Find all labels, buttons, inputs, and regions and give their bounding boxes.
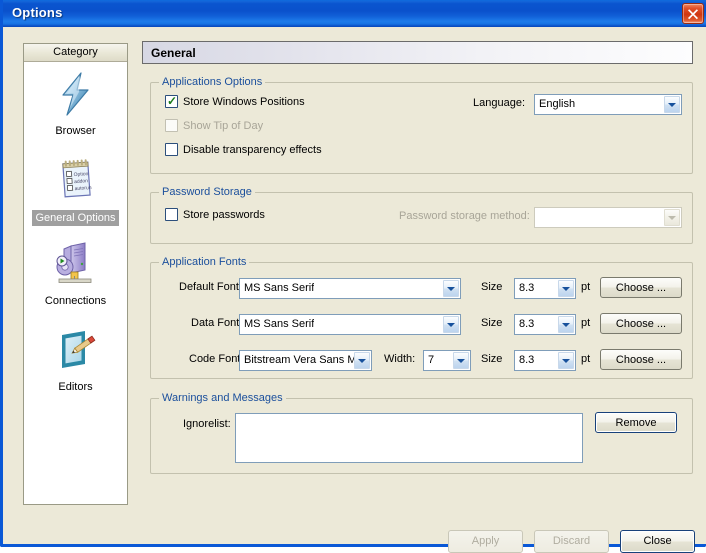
sidebar-item-editors[interactable]: Editors [24,326,127,394]
chevron-down-icon [664,209,680,226]
code-font-value: Bitstream Vera Sans M [244,354,354,366]
checkbox-box [165,119,178,132]
checkbox-store-passwords[interactable]: Store passwords [165,208,265,221]
window-title: Options [12,5,63,20]
checkbox-label: Store passwords [183,209,265,221]
title-bar[interactable]: Options [3,0,706,27]
data-font-unit-label: pt [581,317,590,329]
data-font-size-label: Size [481,317,502,329]
language-select[interactable]: English [534,94,682,115]
data-font-size-value: 8.3 [519,318,534,330]
svg-text:addon: addon [73,178,88,185]
checkbox-box: ✓ [165,95,178,108]
data-font-size-select[interactable]: 8.3 [514,314,576,335]
page-title-bar: General [142,41,693,64]
lightning-bolt-icon [24,70,127,121]
close-icon[interactable] [682,3,704,24]
group-applications-options: Applications Options ✓ Store Windows Pos… [150,82,693,174]
window-pencil-icon [24,326,127,377]
server-gear-network-icon [24,240,127,291]
code-font-size-value: 8.3 [519,354,534,366]
code-font-size-label: Size [481,353,502,365]
group-title: Warnings and Messages [159,392,286,404]
options-dialog-window: Options Category [0,0,706,547]
sidebar-item-browser[interactable]: Browser [24,70,127,138]
data-font-value: MS Sans Serif [244,318,314,330]
default-font-size-value: 8.3 [519,282,534,294]
apply-button[interactable]: Apply [448,530,523,553]
discard-button[interactable]: Discard [534,530,609,553]
checkbox-label: Disable transparency effects [183,144,322,156]
group-application-fonts: Application Fonts Default Font: MS Sans … [150,262,693,379]
data-font-select[interactable]: MS Sans Serif [239,314,461,335]
checkbox-label: Show Tip of Day [183,120,263,132]
sidebar-item-general-options[interactable]: Option addon autorun General Options [24,156,127,226]
chevron-down-icon[interactable] [354,352,370,369]
default-font-label: Default Font: [179,281,242,293]
svg-text:autorun: autorun [74,185,92,192]
category-list-header: Category [24,44,127,62]
code-font-size-select[interactable]: 8.3 [514,350,576,371]
checkbox-show-tip-of-day: Show Tip of Day [165,119,263,132]
checkbox-box [165,143,178,156]
group-title: Password Storage [159,186,255,198]
dialog-client-area: Category [6,27,706,544]
code-font-width-label: Width: [384,353,415,365]
sidebar-item-label: General Options [32,210,118,226]
group-warnings-and-messages: Warnings and Messages Ignorelist: Remove [150,398,693,474]
remove-button[interactable]: Remove [595,412,677,433]
language-value: English [539,98,575,110]
default-font-size-label: Size [481,281,502,293]
sidebar-item-label: Browser [53,124,97,138]
data-font-label: Data Font: [191,317,242,329]
default-font-unit-label: pt [581,281,590,293]
default-font-choose-button[interactable]: Choose ... [600,277,682,298]
group-password-storage: Password Storage Store passwords Passwor… [150,192,693,244]
page-title: General [151,46,196,60]
password-storage-method-label: Password storage method: [399,210,530,222]
chevron-down-icon[interactable] [558,316,574,333]
options-page-general: General Applications Options ✓ Store Win… [142,41,693,64]
code-font-width-value: 7 [428,354,434,366]
default-font-value: MS Sans Serif [244,282,314,294]
check-mark-icon: ✓ [167,95,177,108]
checkbox-store-windows-positions[interactable]: ✓ Store Windows Positions [165,95,305,108]
code-font-choose-button[interactable]: Choose ... [600,349,682,370]
chevron-down-icon[interactable] [443,280,459,297]
code-font-unit-label: pt [581,353,590,365]
sidebar-item-label: Connections [43,294,108,308]
svg-text:Option: Option [73,171,88,178]
chevron-down-icon[interactable] [664,96,680,113]
checkbox-label: Store Windows Positions [183,96,305,108]
checkbox-box [165,208,178,221]
checkbox-disable-transparency-effects[interactable]: Disable transparency effects [165,143,322,156]
category-list: Category [23,43,128,505]
ignorelist-label: Ignorelist: [183,418,231,430]
close-button-footer[interactable]: Close [620,530,695,553]
notepad-checklist-icon: Option addon autorun [24,156,127,207]
sidebar-item-connections[interactable]: Connections [24,240,127,308]
data-font-choose-button[interactable]: Choose ... [600,313,682,334]
chevron-down-icon[interactable] [453,352,469,369]
code-font-label: Code Font: [189,353,243,365]
sidebar-item-label: Editors [56,380,94,394]
default-font-select[interactable]: MS Sans Serif [239,278,461,299]
chevron-down-icon[interactable] [443,316,459,333]
chevron-down-icon[interactable] [558,280,574,297]
password-storage-method-select [534,207,682,228]
code-font-select[interactable]: Bitstream Vera Sans M [239,350,372,371]
language-label: Language: [473,97,525,109]
default-font-size-select[interactable]: 8.3 [514,278,576,299]
chevron-down-icon[interactable] [558,352,574,369]
ignorelist-input[interactable] [235,413,583,463]
code-font-width-select[interactable]: 7 [423,350,471,371]
group-title: Applications Options [159,76,265,88]
group-title: Application Fonts [159,256,249,268]
